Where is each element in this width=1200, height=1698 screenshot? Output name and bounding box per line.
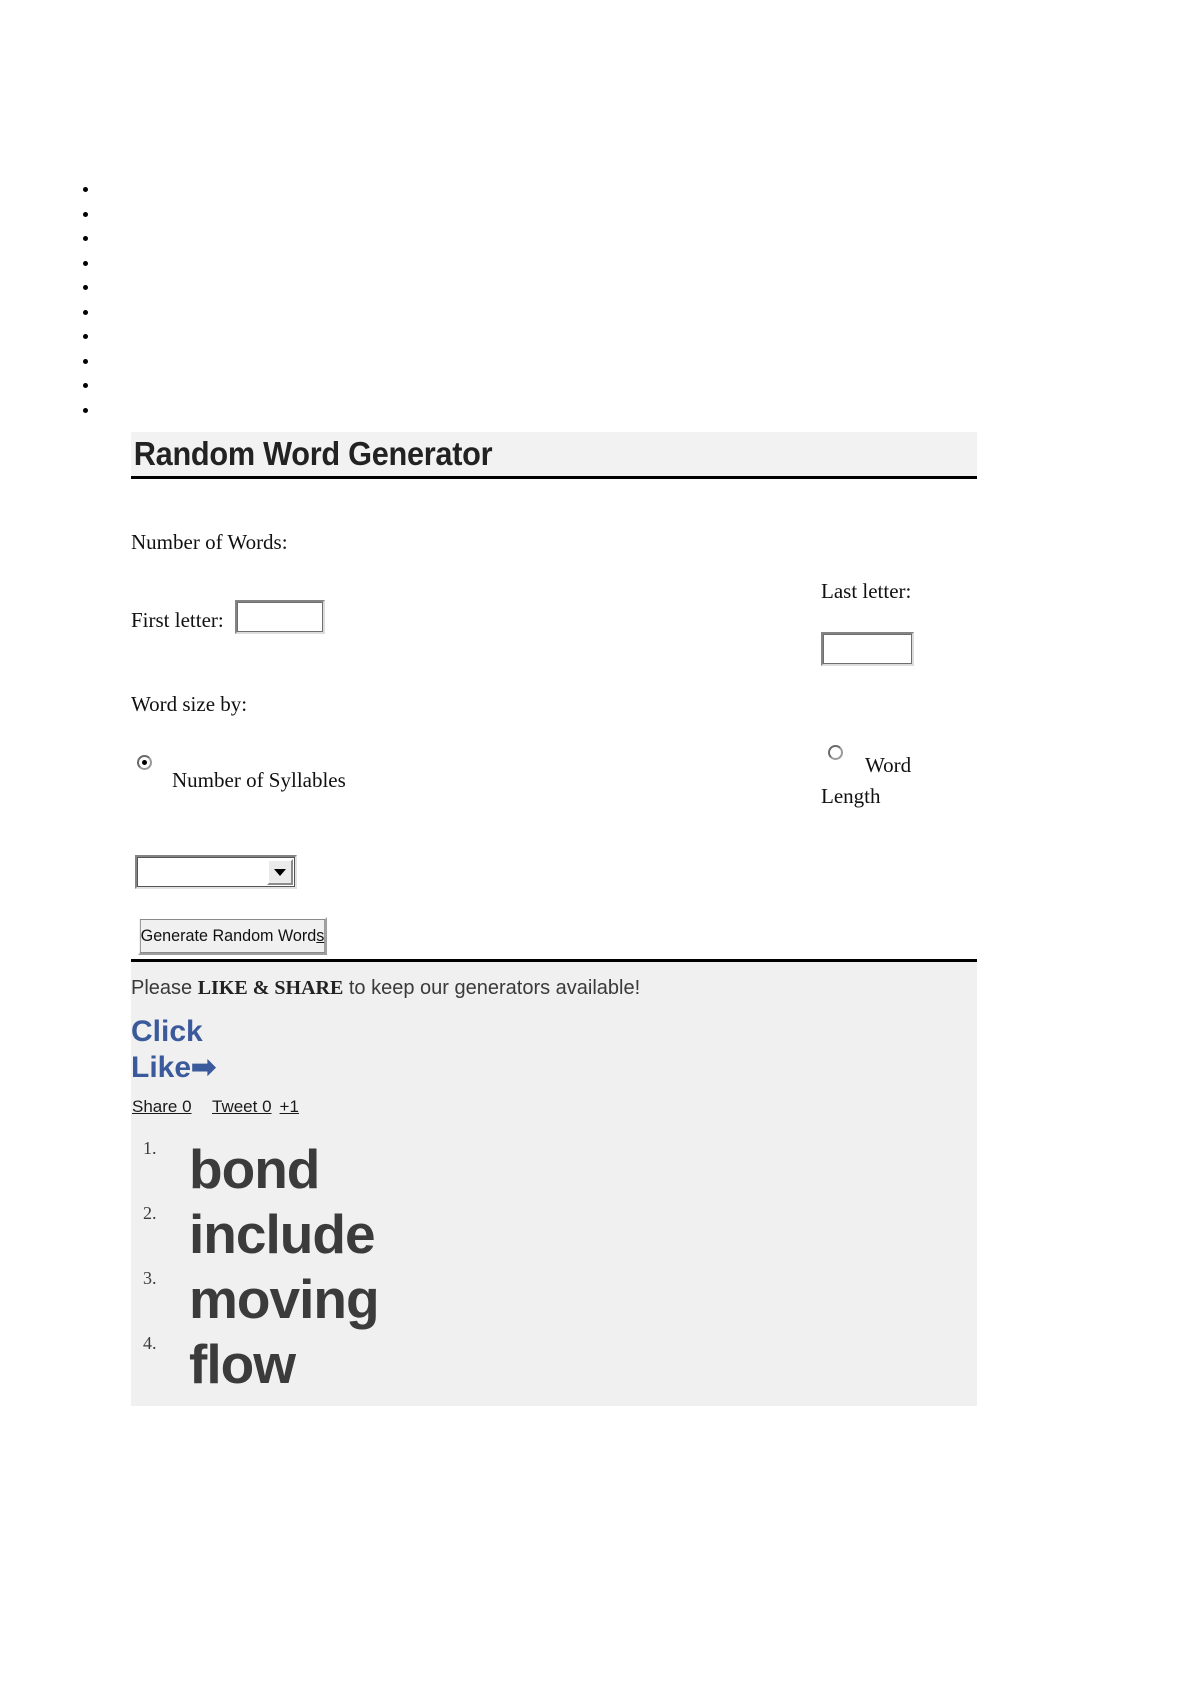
- click-like-line-2: Like: [131, 1051, 192, 1084]
- click-like-line-1: Click: [131, 1015, 203, 1048]
- nav-list: [70, 178, 100, 423]
- page-title: Random Word Generator: [133, 435, 493, 472]
- generated-word: moving: [189, 1268, 380, 1330]
- generated-word: include: [189, 1203, 376, 1265]
- twitter-tweet-button[interactable]: Tweet 0: [212, 1097, 272, 1117]
- share-button-row: Share 0 Tweet 0 +1: [132, 1097, 299, 1117]
- radio-label-number-of-syllables[interactable]: Number of Syllables: [172, 765, 346, 795]
- like-share-suffix: to keep our generators available!: [343, 977, 641, 999]
- page-title-band: Random Word Generator: [131, 432, 977, 479]
- list-item: flow: [161, 1333, 379, 1398]
- generate-random-words-button[interactable]: Generate Random Words: [137, 917, 328, 955]
- click-like-callout: Click Like➡: [131, 1014, 251, 1086]
- first-letter-input[interactable]: [235, 600, 325, 634]
- first-letter-label: First letter:: [131, 608, 224, 632]
- word-size-by-label: Word size by:: [131, 692, 248, 716]
- google-plus-one-button[interactable]: +1: [279, 1097, 299, 1117]
- generated-word: flow: [189, 1333, 296, 1395]
- right-arrow-icon: ➡: [191, 1051, 216, 1084]
- like-share-prefix: Please: [131, 977, 198, 999]
- generate-button-accesskey: s: [316, 926, 325, 945]
- number-of-words-label: Number of Words:: [131, 530, 288, 554]
- generator-form: Number of Words: First letter: Last lett…: [0, 0, 1200, 1698]
- list-item: bond: [161, 1138, 379, 1203]
- generated-word-list: bond include moving flow: [131, 1138, 380, 1398]
- generate-button-label: Generate Random Word: [140, 926, 317, 945]
- chevron-down-icon[interactable]: [267, 859, 293, 885]
- list-item: moving: [161, 1268, 380, 1333]
- generated-word: bond: [189, 1138, 320, 1200]
- word-size-select[interactable]: [135, 855, 297, 889]
- like-share-emphasis: LIKE & SHARE: [197, 977, 344, 999]
- last-letter-label: Last letter:: [821, 579, 912, 603]
- results-panel: Please LIKE & SHARE to keep our generato…: [131, 959, 977, 1406]
- list-item: include: [161, 1203, 379, 1268]
- facebook-share-button[interactable]: Share 0: [132, 1097, 204, 1117]
- like-share-message: Please LIKE & SHARE to keep our generato…: [131, 977, 640, 1000]
- radio-number-of-syllables[interactable]: [137, 755, 152, 770]
- radio-label-word-length[interactable]: Word Length: [821, 750, 919, 812]
- last-letter-input[interactable]: [821, 632, 914, 666]
